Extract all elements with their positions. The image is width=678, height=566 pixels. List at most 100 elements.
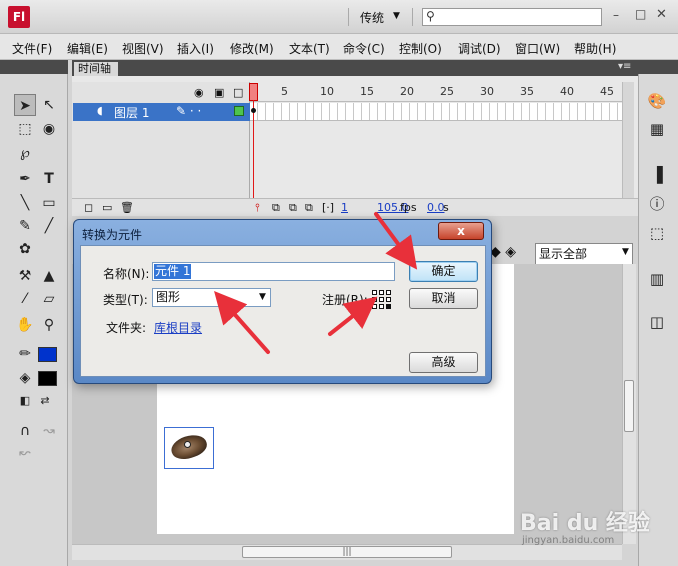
- registration-point[interactable]: [379, 297, 384, 302]
- close-window-button[interactable]: ✕: [656, 7, 667, 22]
- type-label: 类型(T):: [103, 293, 148, 307]
- swatches-icon[interactable]: ▦: [646, 118, 668, 140]
- hand-icon[interactable]: ✋: [14, 314, 36, 336]
- selection-icon[interactable]: ➤: [14, 94, 36, 116]
- registration-grid[interactable]: [372, 290, 391, 309]
- lock-icon[interactable]: ▣: [214, 86, 224, 99]
- menu-modify[interactable]: 修改(M): [230, 40, 274, 57]
- color-palette-icon[interactable]: 🎨: [646, 90, 668, 112]
- menu-control[interactable]: 控制(O): [399, 40, 442, 57]
- rectangle-icon[interactable]: ▭: [38, 192, 60, 214]
- text-icon[interactable]: T: [38, 168, 60, 190]
- right-panel-header[interactable]: [638, 60, 678, 74]
- menu-debug[interactable]: 调试(D): [458, 40, 501, 57]
- subselection-icon[interactable]: ↖: [38, 94, 60, 116]
- panel-menu-icon[interactable]: ▾≡: [618, 61, 631, 72]
- fill-color-icon[interactable]: ◈: [14, 367, 36, 389]
- straighten-icon[interactable]: ↜: [14, 442, 36, 464]
- fill-color-swatch[interactable]: [38, 371, 57, 386]
- menu-file[interactable]: 文件(F): [12, 40, 52, 57]
- components-icon[interactable]: ◫: [646, 311, 668, 333]
- library-icon[interactable]: ▥: [646, 268, 668, 290]
- tools-panel-header[interactable]: [0, 60, 68, 74]
- minimize-button[interactable]: –: [613, 8, 619, 22]
- onion-skin-icon[interactable]: ⧉: [272, 201, 280, 215]
- dialog-close-button[interactable]: x: [438, 222, 484, 240]
- align-icon[interactable]: ▐: [646, 164, 668, 186]
- layer-outline-color-icon[interactable]: [234, 106, 244, 116]
- elapsed-time[interactable]: 0.0: [427, 201, 445, 214]
- tab-timeline[interactable]: 时间轴: [74, 62, 118, 76]
- lasso-icon[interactable]: ℘: [14, 142, 36, 164]
- transform-icon[interactable]: ⬚: [646, 222, 668, 244]
- eyedropper-icon[interactable]: ⁄: [14, 288, 36, 310]
- paint-bucket-icon[interactable]: ▲: [38, 265, 60, 287]
- eraser-icon[interactable]: ▱: [38, 288, 60, 310]
- maximize-button[interactable]: □: [635, 7, 646, 21]
- 3d-rotation-icon[interactable]: ◉: [38, 118, 60, 140]
- black-white-icon[interactable]: ◧: [14, 390, 36, 412]
- registration-point[interactable]: [372, 297, 377, 302]
- search-input[interactable]: [422, 8, 602, 26]
- timeline-scrollbar[interactable]: [622, 82, 634, 200]
- symbol-type-select[interactable]: 图形: [152, 288, 271, 307]
- outline-icon[interactable]: □: [233, 86, 243, 99]
- line-icon[interactable]: ╲: [14, 192, 36, 214]
- menu-text[interactable]: 文本(T): [289, 40, 330, 57]
- stroke-color-icon[interactable]: ✏: [14, 343, 36, 365]
- menu-help[interactable]: 帮助(H): [574, 40, 616, 57]
- stroke-color-swatch[interactable]: [38, 347, 57, 362]
- registration-point[interactable]: [386, 290, 391, 295]
- swap-colors-icon[interactable]: ⇄: [34, 390, 56, 412]
- bone-icon[interactable]: ⚒: [14, 265, 36, 287]
- advanced-button[interactable]: 高级: [409, 352, 478, 373]
- workspace-switcher[interactable]: 传统: [360, 9, 384, 26]
- eye-icon[interactable]: ◉: [194, 86, 204, 99]
- symbol-name-value[interactable]: 元件 1: [154, 264, 192, 279]
- new-layer-icon[interactable]: ◻: [84, 201, 93, 214]
- pencil-icon[interactable]: ✎: [14, 215, 36, 237]
- frame-number: 30: [480, 85, 494, 98]
- cancel-button[interactable]: 取消: [409, 288, 478, 309]
- brush-icon[interactable]: ╱: [38, 215, 60, 237]
- chevron-down-icon[interactable]: ▼: [622, 247, 629, 257]
- edit-symbols-icon[interactable]: ◆ ◈: [490, 244, 516, 260]
- scroll-thumb[interactable]: |||: [242, 546, 452, 558]
- frames-row[interactable]: [250, 103, 622, 121]
- center-frame-icon[interactable]: ⫯: [255, 201, 260, 215]
- onion-outlines-icon[interactable]: ⧉: [289, 201, 297, 215]
- registration-point[interactable]: [372, 304, 377, 309]
- keyframe-icon[interactable]: [251, 108, 256, 113]
- smooth-icon[interactable]: ↝: [38, 420, 60, 442]
- menu-window[interactable]: 窗口(W): [515, 40, 560, 57]
- registration-point[interactable]: [386, 297, 391, 302]
- snap-magnet-icon[interactable]: ∩: [14, 420, 36, 442]
- current-frame[interactable]: 1: [341, 201, 348, 214]
- info-icon[interactable]: ⓘ: [646, 193, 668, 215]
- edit-multiple-frames-icon[interactable]: ⧉: [305, 201, 313, 215]
- deco-icon[interactable]: ✿: [14, 238, 36, 260]
- library-folder-link[interactable]: 库根目录: [154, 319, 202, 336]
- trash-icon[interactable]: 🗑: [120, 201, 134, 214]
- menu-insert[interactable]: 插入(I): [177, 40, 214, 57]
- registration-point[interactable]: [372, 290, 377, 295]
- free-transform-icon[interactable]: ⬚: [14, 118, 36, 140]
- registration-point[interactable]: [379, 304, 384, 309]
- menu-commands[interactable]: 命令(C): [343, 40, 385, 57]
- chevron-down-icon[interactable]: ▼: [393, 11, 400, 21]
- menu-edit[interactable]: 编辑(E): [67, 40, 108, 57]
- zoom-icon[interactable]: ⚲: [38, 314, 60, 336]
- new-folder-icon[interactable]: ▭: [102, 201, 112, 214]
- zoom-select[interactable]: 显示全部: [535, 243, 633, 265]
- registration-point-selected[interactable]: [386, 304, 391, 309]
- chevron-down-icon[interactable]: ▼: [259, 292, 266, 302]
- scroll-thumb[interactable]: [624, 380, 634, 432]
- pen-icon[interactable]: ✒: [14, 168, 36, 190]
- dialog-title: 转换为元件: [82, 228, 143, 242]
- registration-point[interactable]: [379, 290, 384, 295]
- layer-name[interactable]: 图层 1: [114, 104, 149, 121]
- playhead[interactable]: [249, 83, 258, 101]
- modify-markers-icon[interactable]: [·]: [322, 201, 334, 214]
- menu-view[interactable]: 视图(V): [122, 40, 164, 57]
- ok-button[interactable]: 确定: [409, 261, 478, 282]
